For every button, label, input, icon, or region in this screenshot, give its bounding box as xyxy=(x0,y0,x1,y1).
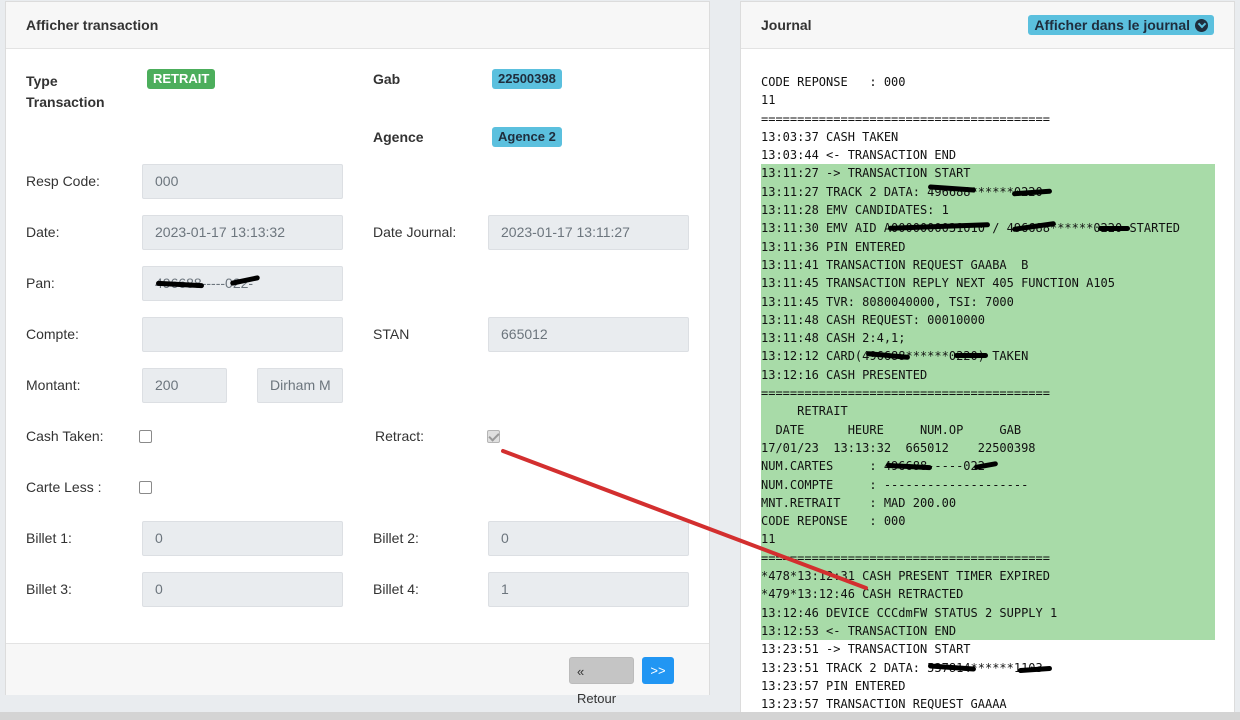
journal-line: ======================================== xyxy=(761,384,1215,403)
journal-line: 13:12:46 DEVICE CCCdmFW STATUS 2 SUPPLY … xyxy=(761,603,1215,622)
journal-line: 13:12:53 <- TRANSACTION END xyxy=(761,621,1215,641)
montant-field[interactable]: 200 xyxy=(142,368,227,403)
journal-line: NUM.COMPTE : -------------------- xyxy=(761,475,1215,494)
billet2-field[interactable]: 0 xyxy=(488,521,689,556)
journal-panel-title: Journal xyxy=(761,17,812,33)
journal-line: 13:11:41 TRANSACTION REQUEST GAABA B xyxy=(761,255,1215,275)
resp-code-field[interactable]: 000 xyxy=(142,164,343,199)
redaction-mark xyxy=(954,353,988,358)
journal-line: 13:11:28 EMV CANDIDATES: 1 xyxy=(761,201,1215,220)
retract-label: Retract: xyxy=(375,428,425,444)
journal-line: MNT.RETRAIT : MAD 200.00 xyxy=(761,493,1215,513)
compte-label: Compte: xyxy=(26,326,79,342)
journal-line: 13:23:51 TRACK 2 DATA: 537814******1103 xyxy=(761,660,1043,675)
journal-line: CODE REPONSE : 000 xyxy=(761,75,906,89)
journal-line: *479*13:12:46 CASH RETRACTED xyxy=(761,585,1215,604)
agence-label: Agence xyxy=(373,129,424,145)
gab-badge: 22500398 xyxy=(492,69,562,89)
gab-label: Gab xyxy=(373,71,401,87)
journal-line: 13:11:27 -> TRANSACTION START xyxy=(761,164,1215,183)
journal-line: *478*13:12:31 CASH PRESENT TIMER EXPIRED xyxy=(761,567,1215,586)
journal-line: 13:12:16 CASH PRESENTED xyxy=(761,365,1215,385)
journal-line: 13:11:36 PIN ENTERED xyxy=(761,237,1215,256)
next-button[interactable]: >> xyxy=(642,657,674,684)
pan-label: Pan: xyxy=(26,275,55,291)
transaction-panel-footer: « Retour >> xyxy=(6,643,709,706)
billet1-field[interactable]: 0 xyxy=(142,521,343,556)
show-in-journal-label: Afficher dans le journal xyxy=(1034,17,1190,33)
journal-panel: Journal Afficher dans le journal CODE RE… xyxy=(740,1,1235,720)
journal-panel-header: Journal Afficher dans le journal xyxy=(741,2,1234,49)
journal-line: 13:03:37 CASH TAKEN xyxy=(761,129,899,144)
journal-line: 13:23:57 TRANSACTION REQUEST GAAAA xyxy=(761,697,1007,712)
journal-line: ======================================== xyxy=(761,111,1050,126)
journal-line: 17/01/23 13:13:32 665012 22500398 xyxy=(761,438,1215,458)
carte-less-checkbox[interactable] xyxy=(139,481,152,494)
date-journal-field[interactable]: 2023-01-17 13:11:27 xyxy=(488,215,689,250)
journal-line: RETRAIT xyxy=(761,402,1215,421)
agence-badge: Agence 2 xyxy=(492,127,562,147)
journal-line: 13:11:45 TVR: 8080040000, TSI: 7000 xyxy=(761,292,1215,311)
horizontal-scrollbar[interactable] xyxy=(0,712,1240,720)
journal-line: 11 xyxy=(761,93,776,108)
journal-line: 11 xyxy=(761,530,1215,549)
montant-label: Montant: xyxy=(26,377,81,393)
journal-line: 13:23:57 PIN ENTERED xyxy=(761,678,906,693)
journal-line: 13:23:51 -> TRANSACTION START xyxy=(761,642,971,657)
billet2-label: Billet 2: xyxy=(373,530,419,546)
journal-line: 13:11:27 TRACK 2 DATA: 496688******0220 xyxy=(761,182,1215,202)
journal-line: CODE REPONSE : 000 xyxy=(761,512,1215,531)
transaction-panel: Afficher transaction Type Transaction RE… xyxy=(5,1,710,706)
resp-code-label: Resp Code: xyxy=(26,173,100,189)
compte-field[interactable] xyxy=(142,317,343,352)
carte-less-label: Carte Less : xyxy=(26,479,102,495)
billet3-field[interactable]: 0 xyxy=(142,572,343,607)
journal-line: 13:11:48 CASH 2:4,1; xyxy=(761,329,1215,348)
back-button[interactable]: « Retour xyxy=(569,657,634,706)
date-label: Date: xyxy=(26,224,60,240)
chevron-down-icon xyxy=(1195,18,1208,32)
billet4-field[interactable]: 1 xyxy=(488,572,689,607)
journal-line: 13:03:44 <- TRANSACTION END xyxy=(761,148,957,163)
billet4-label: Billet 4: xyxy=(373,581,419,597)
type-transaction-label: Type Transaction xyxy=(26,73,105,110)
journal-line: 13:12:12 CARD(496688******0220) TAKEN xyxy=(761,347,1215,366)
date-field[interactable]: 2023-01-17 13:13:32 xyxy=(142,215,343,250)
billet1-label: Billet 1: xyxy=(26,530,72,546)
journal-line: DATE HEURE NUM.OP GAB xyxy=(761,420,1215,439)
billet3-label: Billet 3: xyxy=(26,581,72,597)
cash-taken-checkbox[interactable] xyxy=(139,430,152,443)
stan-field[interactable]: 665012 xyxy=(488,317,689,352)
journal-log: CODE REPONSE : 000 11 ====================… xyxy=(761,73,1215,713)
currency-field[interactable]: Dirham M xyxy=(257,368,343,403)
retract-checkbox[interactable] xyxy=(487,430,500,443)
journal-line: 13:11:48 CASH REQUEST: 00010000 xyxy=(761,310,1215,330)
type-transaction-badge: RETRAIT xyxy=(147,69,216,89)
journal-line: ======================================== xyxy=(761,548,1215,568)
transaction-panel-header: Afficher transaction xyxy=(6,2,709,49)
stan-label: STAN xyxy=(373,326,410,342)
journal-line: 13:11:45 TRANSACTION REPLY NEXT 405 FUNC… xyxy=(761,274,1215,293)
transaction-panel-title: Afficher transaction xyxy=(26,17,159,33)
date-journal-label: Date Journal: xyxy=(373,224,457,240)
cash-taken-label: Cash Taken: xyxy=(26,428,104,444)
redaction-mark xyxy=(1098,226,1130,231)
show-in-journal-dropdown[interactable]: Afficher dans le journal xyxy=(1028,15,1214,35)
